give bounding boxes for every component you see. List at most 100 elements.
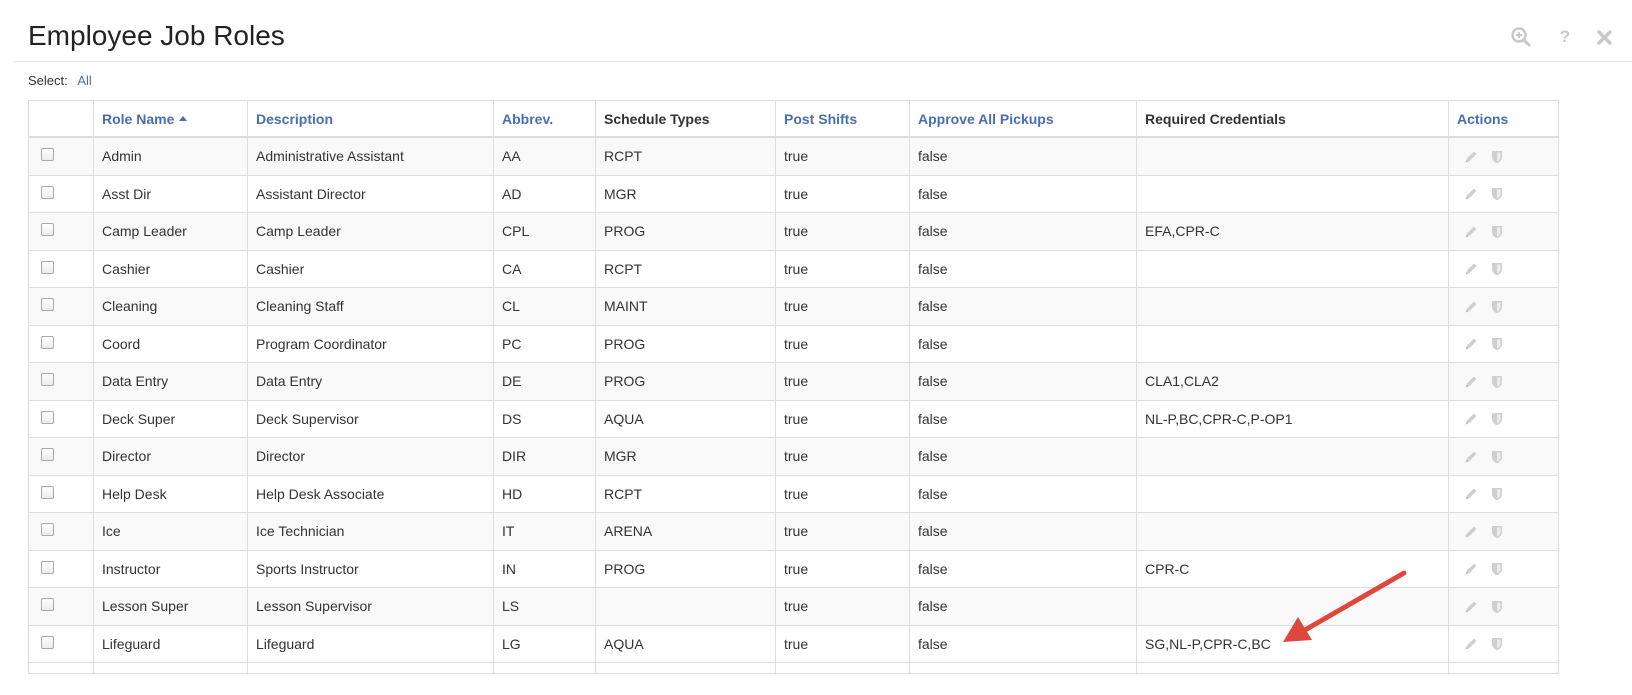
required-credentials-cell: CLA1,CLA2 bbox=[1136, 362, 1449, 401]
shield-icon[interactable] bbox=[1489, 261, 1505, 277]
shield-icon[interactable] bbox=[1489, 186, 1505, 202]
shield-icon[interactable] bbox=[1489, 524, 1505, 540]
table-row[interactable]: Camp Leader Camp Leader CPL PROG true false EF… bbox=[28, 212, 1559, 251]
approve-all-pickups-cell: false bbox=[909, 174, 1137, 213]
abbrev-cell: PC bbox=[493, 324, 596, 363]
shield-icon[interactable] bbox=[1489, 299, 1505, 315]
edit-icon[interactable] bbox=[1463, 224, 1479, 240]
actions-cell bbox=[1448, 587, 1559, 626]
row-checkbox[interactable] bbox=[41, 148, 54, 162]
table-row[interactable]: Instructor Sports Instructor IN PROG true fal… bbox=[28, 549, 1559, 588]
shield-icon[interactable] bbox=[1489, 149, 1505, 165]
abbrev-cell: CA bbox=[493, 249, 596, 288]
shield-icon[interactable] bbox=[1489, 486, 1505, 502]
approve-all-pickups-header[interactable]: Approve All Pickups bbox=[909, 100, 1137, 138]
row-checkbox[interactable] bbox=[41, 410, 54, 424]
abbrev-header[interactable]: Abbrev. bbox=[493, 100, 596, 138]
row-checkbox[interactable] bbox=[41, 298, 54, 312]
description-header[interactable]: Description bbox=[247, 100, 494, 138]
table-row[interactable]: Coord Program Coordinator PC PROG true false bbox=[28, 324, 1559, 363]
select-row: Select: All bbox=[28, 72, 92, 90]
table-row[interactable]: Director Director DIR MGR true false bbox=[28, 437, 1559, 476]
row-checkbox[interactable] bbox=[41, 523, 54, 537]
actions-cell bbox=[1448, 474, 1559, 513]
abbrev-cell: LG bbox=[493, 624, 596, 663]
required-credentials-cell bbox=[1136, 249, 1449, 288]
schedule-types-cell: AQUA bbox=[595, 399, 776, 438]
post-shifts-cell: true bbox=[775, 512, 910, 551]
post-shifts-cell: true bbox=[775, 324, 910, 363]
row-checkbox[interactable] bbox=[41, 598, 54, 612]
post-shifts-cell: true bbox=[775, 362, 910, 401]
row-checkbox[interactable] bbox=[41, 560, 54, 574]
approve-all-pickups-cell: false bbox=[909, 474, 1137, 513]
edit-icon[interactable] bbox=[1463, 599, 1479, 615]
edit-icon[interactable] bbox=[1463, 261, 1479, 277]
actions-header[interactable]: Actions bbox=[1448, 100, 1559, 138]
role-name-cell: Coord bbox=[93, 324, 248, 363]
close-icon[interactable] bbox=[1594, 26, 1616, 48]
edit-icon[interactable] bbox=[1463, 486, 1479, 502]
edit-icon[interactable] bbox=[1463, 374, 1479, 390]
row-checkbox[interactable] bbox=[41, 335, 54, 349]
table-row[interactable]: Ice Ice Technician IT ARENA true false bbox=[28, 512, 1559, 551]
row-checkbox[interactable] bbox=[41, 485, 54, 499]
table-row[interactable]: Asst Dir Assistant Director AD MGR true false bbox=[28, 174, 1559, 213]
approve-all-pickups-cell: false bbox=[909, 437, 1137, 476]
shield-icon[interactable] bbox=[1489, 374, 1505, 390]
approve-all-pickups-cell: false bbox=[909, 512, 1137, 551]
schedule-types-cell: MAINT bbox=[595, 287, 776, 326]
shield-icon[interactable] bbox=[1489, 561, 1505, 577]
edit-icon[interactable] bbox=[1463, 336, 1479, 352]
post-shifts-header[interactable]: Post Shifts bbox=[775, 100, 910, 138]
row-select-cell bbox=[28, 287, 94, 326]
table-row[interactable]: Cashier Cashier CA RCPT true false bbox=[28, 249, 1559, 288]
abbrev-cell: LS bbox=[493, 587, 596, 626]
table-header-row: Role Name Description Abbrev. Schedule T… bbox=[28, 100, 1559, 138]
required-credentials-cell bbox=[1136, 474, 1449, 513]
edit-icon[interactable] bbox=[1463, 524, 1479, 540]
description-cell: Ice Technician bbox=[247, 512, 494, 551]
edit-icon[interactable] bbox=[1463, 186, 1479, 202]
post-shifts-cell: true bbox=[775, 287, 910, 326]
schedule-types-cell: RCPT bbox=[595, 136, 776, 176]
table-row[interactable]: Data Entry Data Entry DE PROG true false CLA1,… bbox=[28, 362, 1559, 401]
table-row[interactable]: Cleaning Cleaning Staff CL MAINT true false bbox=[28, 287, 1559, 326]
table-row[interactable]: Lesson Super Lesson Supervisor LS true false bbox=[28, 587, 1559, 626]
role-name-cell: Admin bbox=[93, 136, 248, 176]
shield-icon[interactable] bbox=[1489, 411, 1505, 427]
table-row[interactable]: Admin Administrative Assistant AA RCPT true f… bbox=[28, 136, 1559, 176]
row-checkbox[interactable] bbox=[41, 448, 54, 462]
post-shifts-cell: true bbox=[775, 212, 910, 251]
description-cell: Deck Supervisor bbox=[247, 399, 494, 438]
table-row[interactable]: Deck Super Deck Supervisor DS AQUA true false… bbox=[28, 399, 1559, 438]
edit-icon[interactable] bbox=[1463, 449, 1479, 465]
select-all-link[interactable]: All bbox=[77, 73, 91, 88]
edit-icon[interactable] bbox=[1463, 411, 1479, 427]
approve-all-pickups-cell: false bbox=[909, 287, 1137, 326]
table-row[interactable]: Lifeguard Lifeguard LG AQUA true false SG,NL-P… bbox=[28, 624, 1559, 663]
edit-icon[interactable] bbox=[1463, 636, 1479, 652]
zoom-in-icon[interactable] bbox=[1510, 26, 1532, 48]
description-cell: Cleaning Staff bbox=[247, 287, 494, 326]
shield-icon[interactable] bbox=[1489, 599, 1505, 615]
help-icon[interactable]: ? bbox=[1554, 26, 1576, 48]
role-name-header[interactable]: Role Name bbox=[93, 100, 248, 138]
shield-icon[interactable] bbox=[1489, 224, 1505, 240]
shield-icon[interactable] bbox=[1489, 449, 1505, 465]
row-checkbox[interactable] bbox=[41, 635, 54, 649]
row-checkbox[interactable] bbox=[41, 373, 54, 387]
row-checkbox[interactable] bbox=[41, 185, 54, 199]
row-checkbox[interactable] bbox=[41, 260, 54, 274]
edit-icon[interactable] bbox=[1463, 149, 1479, 165]
row-checkbox[interactable] bbox=[41, 223, 54, 237]
table-row[interactable]: Help Desk Help Desk Associate HD RCPT true fa… bbox=[28, 474, 1559, 513]
sort-ascending-icon bbox=[179, 116, 188, 122]
shield-icon[interactable] bbox=[1489, 636, 1505, 652]
row-select-cell bbox=[28, 174, 94, 213]
edit-icon[interactable] bbox=[1463, 561, 1479, 577]
row-select-cell bbox=[28, 136, 94, 176]
shield-icon[interactable] bbox=[1489, 336, 1505, 352]
edit-icon[interactable] bbox=[1463, 299, 1479, 315]
approve-all-pickups-cell: false bbox=[909, 362, 1137, 401]
